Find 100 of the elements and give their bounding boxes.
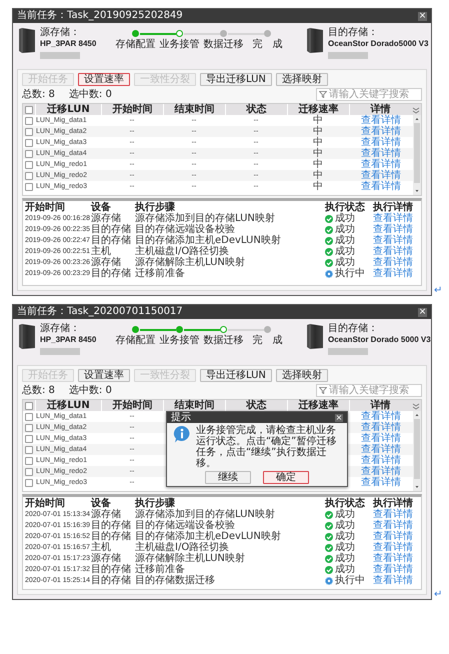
column-header: 执行状态 — [325, 202, 366, 213]
dialog-message: 业务接管完成，请检查主机业务运行状态。点击“确定”暂停迁移任务，点击“继续”执行数据迁移。 — [196, 425, 338, 469]
details-link[interactable]: 查看详情 — [373, 531, 419, 542]
table-cell-text: 中 — [312, 137, 324, 148]
details-link[interactable]: 查看详情 — [349, 115, 413, 126]
log-cell-text: 迁移前准备 — [135, 268, 186, 279]
log-cell-text: 目的存储数据迁移 — [135, 575, 216, 586]
details-link[interactable]: 查看详情 — [373, 575, 419, 586]
toolbar-button[interactable]: 设置速率 — [78, 369, 130, 382]
column-header: 执行状态 — [325, 498, 366, 509]
details-link[interactable]: 查看详情 — [373, 224, 419, 235]
status-text: 成功 — [335, 564, 355, 575]
log-cell-text: 目的存储 — [91, 531, 132, 542]
checkbox[interactable] — [25, 172, 33, 180]
toolbar-button[interactable]: 选择映射 — [276, 369, 328, 382]
details-link[interactable]: 查看详情 — [349, 477, 413, 488]
checkbox[interactable] — [25, 424, 33, 432]
details-link[interactable]: 查看详情 — [373, 542, 419, 553]
checkbox[interactable] — [25, 160, 33, 168]
dialog-button[interactable]: 继续 — [205, 471, 251, 484]
status-text: 成功 — [335, 224, 355, 235]
close-button[interactable]: × — [418, 308, 427, 316]
checkbox[interactable] — [25, 478, 33, 486]
details-link[interactable]: 查看详情 — [349, 422, 413, 433]
selected-count: 选中数: 0 — [68, 89, 112, 100]
toolbar-button[interactable]: 导出迁移LUN — [200, 73, 272, 86]
log-cell-text: 源存储 — [91, 553, 121, 564]
details-link[interactable]: 查看详情 — [349, 455, 413, 466]
storage-name: OceanStor Dorado5000 V3 — [328, 39, 428, 49]
paragraph-mark: ↵ — [434, 590, 442, 600]
redacted-bar — [328, 348, 368, 355]
toolbar-button[interactable]: 导出迁移LUN — [200, 369, 272, 382]
details-link[interactable]: 查看详情 — [373, 268, 419, 279]
details-link[interactable]: 查看详情 — [349, 137, 413, 148]
details-link[interactable]: 查看详情 — [373, 509, 419, 520]
selected-count: 选中数: 0 — [68, 385, 112, 396]
step-label: 完 成 — [252, 39, 283, 50]
column-header: 详情 — [349, 104, 411, 115]
table-cell-text: 中 — [312, 126, 324, 137]
server-icon — [306, 323, 323, 349]
table-cell-text: 中 — [312, 115, 324, 126]
details-link[interactable]: 查看详情 — [373, 246, 419, 257]
toolbar-button[interactable]: 设置速率 — [78, 73, 130, 86]
log-cell-text: 主机磁盘I/O路径切换 — [135, 246, 230, 257]
details-link[interactable]: 查看详情 — [373, 257, 419, 268]
column-header: 执行步骤 — [135, 202, 176, 213]
status-text: 执行中 — [335, 575, 365, 586]
close-button[interactable]: × — [335, 414, 343, 422]
dialog-button[interactable]: 确定 — [263, 471, 309, 484]
column-header: 开始时间 — [101, 104, 163, 115]
details-link[interactable]: 查看详情 — [349, 411, 413, 422]
dialog-title: 提示 — [171, 412, 191, 423]
log-cell-text: 源存储 — [91, 509, 121, 520]
checkbox[interactable] — [25, 128, 33, 136]
details-link[interactable]: 查看详情 — [373, 520, 419, 531]
details-link[interactable]: 查看详情 — [373, 553, 419, 564]
checkbox[interactable] — [25, 456, 33, 464]
details-link[interactable]: 查看详情 — [373, 564, 419, 575]
details-link[interactable]: 查看详情 — [349, 170, 413, 181]
checkbox[interactable] — [25, 116, 33, 124]
storage-label: 目的存储： — [328, 27, 379, 38]
server-icon — [19, 27, 35, 53]
checkbox[interactable] — [25, 412, 33, 420]
column-header: 开始时间 — [101, 400, 163, 411]
column-header: 执行步骤 — [135, 498, 176, 509]
details-link[interactable]: 查看详情 — [349, 444, 413, 455]
log-cell-text: 目的存储添加主机eDevLUN映射 — [135, 235, 282, 246]
column-header: 执行详情 — [373, 498, 414, 509]
checkbox[interactable] — [25, 468, 33, 476]
details-link[interactable]: 查看详情 — [373, 213, 419, 224]
checkbox[interactable] — [25, 182, 33, 190]
details-link[interactable]: 查看详情 — [373, 235, 419, 246]
log-cell-text: 目的存储添加主机eDevLUN映射 — [135, 531, 282, 542]
log-cell-text: 主机 — [91, 246, 111, 257]
status-text: 执行中 — [335, 268, 365, 279]
column-header: 详情 — [349, 400, 411, 411]
redacted-bar — [40, 348, 80, 355]
log-cell-text: 迁移前准备 — [135, 564, 186, 575]
close-button[interactable]: × — [418, 12, 427, 20]
storage-name: HP_3PAR 8450 — [40, 335, 96, 345]
details-link[interactable]: 查看详情 — [349, 159, 413, 170]
server-icon — [306, 27, 323, 53]
toolbar-button[interactable]: 选择映射 — [276, 73, 328, 86]
details-link[interactable]: 查看详情 — [349, 466, 413, 477]
status-text: 成功 — [335, 257, 355, 268]
details-link[interactable]: 查看详情 — [349, 148, 413, 159]
details-link[interactable]: 查看详情 — [349, 181, 413, 192]
checkbox[interactable] — [25, 446, 33, 454]
log-cell-text: 目的存储远端设备校验 — [135, 520, 236, 531]
column-header: 开始时间 — [25, 202, 66, 213]
checkbox[interactable] — [25, 106, 33, 114]
column-header: 执行详情 — [373, 202, 414, 213]
checkbox[interactable] — [25, 434, 33, 442]
log-cell-text: 目的存储 — [91, 575, 132, 586]
checkbox[interactable] — [25, 138, 33, 146]
checkbox[interactable] — [25, 402, 33, 410]
details-link[interactable]: 查看详情 — [349, 433, 413, 444]
details-link[interactable]: 查看详情 — [349, 126, 413, 137]
checkbox[interactable] — [25, 150, 33, 158]
column-header: 迁移LUN — [35, 400, 101, 411]
